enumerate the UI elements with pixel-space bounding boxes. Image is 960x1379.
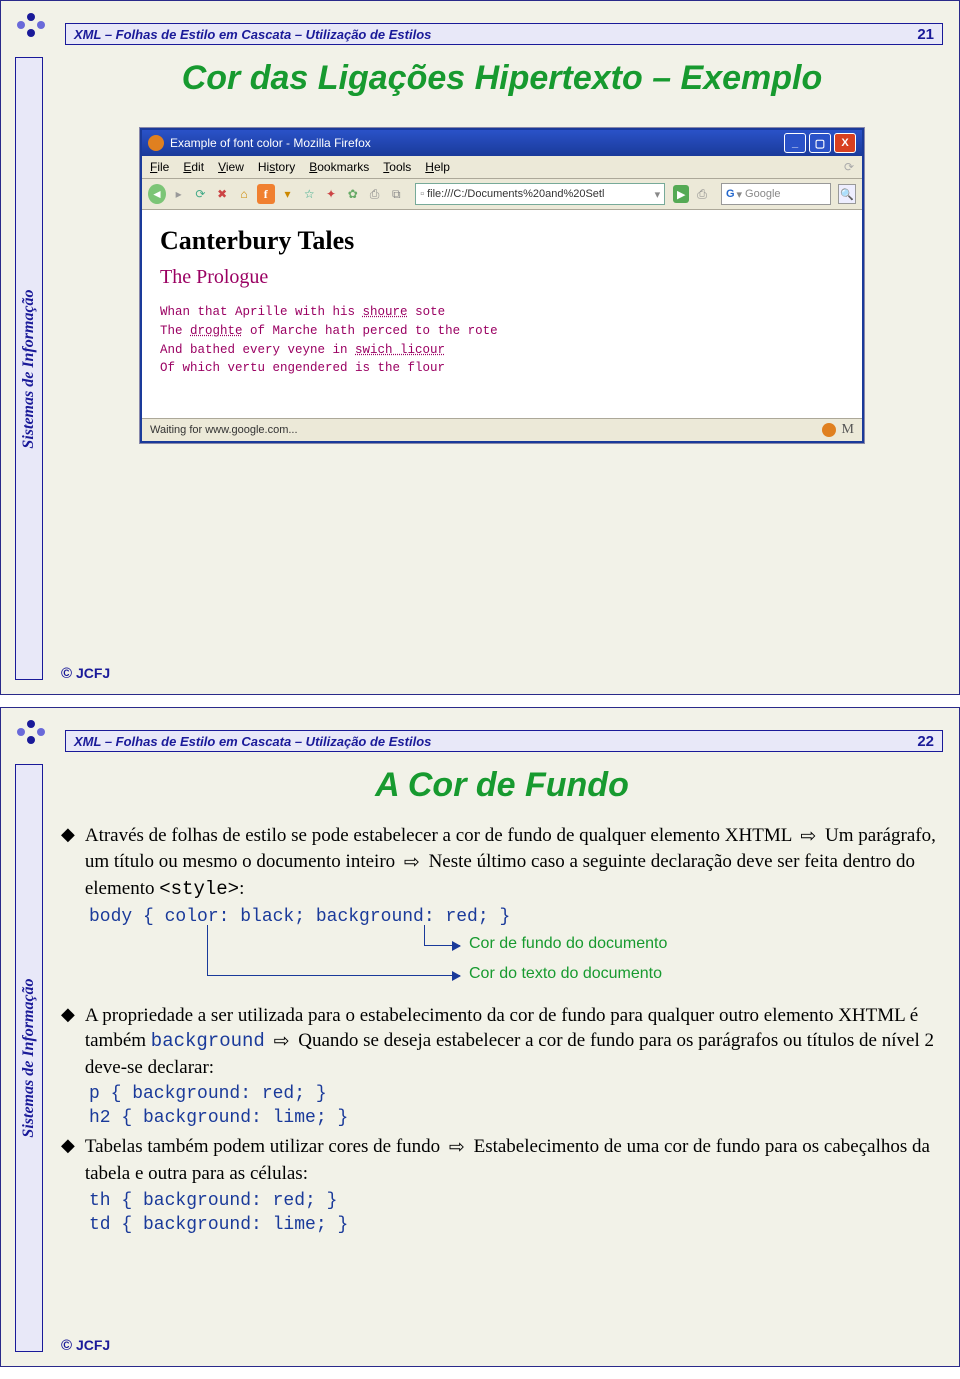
header-bar: XML – Folhas de Estilo em Cascata – Util… xyxy=(65,23,943,45)
print-icon[interactable]: ⎙ xyxy=(366,184,384,204)
arrow-line xyxy=(424,925,425,945)
bullet-marker-icon: ◆ xyxy=(61,1003,75,1081)
slide-title: A Cor de Fundo xyxy=(61,766,943,805)
arrow-line xyxy=(207,925,208,975)
page-icon: ▫ xyxy=(420,188,424,200)
browser-toolbar: ◄ ▸ ⟳ ✖ ⌂ f ▾ ☆ ✦ ✿ ⎙ ⧉ ▫file:///C:/Docu… xyxy=(142,179,862,210)
home-button[interactable]: ⌂ xyxy=(235,184,253,204)
toolbar-icon[interactable]: ✿ xyxy=(344,184,362,204)
address-bar[interactable]: ▫file:///C:/Documents%20and%20Setl▾ xyxy=(415,183,665,205)
go-button[interactable]: ▶ xyxy=(673,185,689,203)
code-line: body { color: black; background: red; } xyxy=(89,907,943,927)
browser-viewport: Canterbury Tales The Prologue Whan that … xyxy=(142,210,862,418)
bullet-text: Através de folhas de estilo se pode esta… xyxy=(85,823,943,903)
bullet-item: ◆ Tabelas também podem utilizar cores de… xyxy=(61,1134,943,1186)
browser-window: Example of font color - Mozilla Firefox … xyxy=(140,128,864,443)
menu-edit[interactable]: Edit xyxy=(183,160,204,174)
minimize-button[interactable]: _ xyxy=(784,133,806,153)
toolbar-icon[interactable]: ▾ xyxy=(279,184,297,204)
sidebar-label: Sistemas de Informação xyxy=(20,978,38,1137)
bookmark-star-icon[interactable]: ☆ xyxy=(300,184,318,204)
menu-view[interactable]: View xyxy=(218,160,244,174)
sidebar-tab: Sistemas de Informação xyxy=(15,57,43,680)
annotation: Cor de fundo do documento xyxy=(469,935,667,953)
sidebar-tab: Sistemas de Informação xyxy=(15,764,43,1352)
verse-block: Whan that Aprille with his shoure sote T… xyxy=(160,303,844,378)
code-line: td { background: lime; } xyxy=(89,1215,943,1235)
menu-history[interactable]: History xyxy=(258,160,295,174)
header-bar: XML – Folhas de Estilo em Cascata – Util… xyxy=(65,730,943,752)
slide-1: XML – Folhas de Estilo em Cascata – Util… xyxy=(0,0,960,695)
arrow-line xyxy=(207,975,460,976)
firefox-status-icon xyxy=(822,423,836,437)
slide-2: XML – Folhas de Estilo em Cascata – Util… xyxy=(0,707,960,1367)
bullet-marker-icon: ◆ xyxy=(61,1134,75,1186)
search-box[interactable]: G▾ Google xyxy=(721,183,831,205)
arrow-line xyxy=(424,945,460,946)
logo-icon xyxy=(11,718,51,748)
firefox-icon xyxy=(148,135,164,151)
annotation: Cor do texto do documento xyxy=(469,965,662,983)
footer: © JCFJ xyxy=(61,1337,110,1354)
reload-button[interactable]: ⟳ xyxy=(192,184,210,204)
bullet-text: Tabelas também podem utilizar cores de f… xyxy=(85,1134,943,1186)
verse-line: Whan that Aprille with his shoure sote xyxy=(160,303,844,322)
forward-button[interactable]: ▸ xyxy=(170,184,188,204)
bullet-item: ◆ A propriedade a ser utilizada para o e… xyxy=(61,1003,943,1081)
feed-icon[interactable]: f xyxy=(257,184,275,204)
stop-button[interactable]: ✖ xyxy=(213,184,231,204)
slide-content: Cor das Ligações Hipertexto – Exemplo Ex… xyxy=(61,57,943,654)
bullet-marker-icon: ◆ xyxy=(61,823,75,903)
bullet-item: ◆ Através de folhas de estilo se pode es… xyxy=(61,823,943,903)
menu-help[interactable]: Help xyxy=(425,160,450,174)
page-number: 21 xyxy=(917,26,934,43)
close-button[interactable]: X xyxy=(834,133,856,153)
page-subheading: The Prologue xyxy=(160,266,844,289)
throbber-icon: ⟳ xyxy=(844,160,854,174)
sidebar-label: Sistemas de Informação xyxy=(20,289,38,448)
search-button[interactable]: 🔍 xyxy=(838,184,856,204)
verse-line: The droghte of Marche hath perced to the… xyxy=(160,322,844,341)
slide-title: Cor das Ligações Hipertexto – Exemplo xyxy=(61,59,943,98)
menu-file[interactable]: File xyxy=(150,160,169,174)
mail-icon: M xyxy=(842,422,854,438)
browser-menubar: File Edit View History Bookmarks Tools H… xyxy=(142,156,862,179)
code-line: th { background: red; } xyxy=(89,1191,943,1211)
code-line: h2 { background: lime; } xyxy=(89,1108,943,1128)
page-number: 22 xyxy=(917,733,934,750)
logo-icon xyxy=(11,11,51,41)
maximize-button[interactable]: ▢ xyxy=(809,133,831,153)
header-title: XML – Folhas de Estilo em Cascata – Util… xyxy=(74,734,431,749)
toolbar-icon[interactable]: ✦ xyxy=(322,184,340,204)
verse-line: Of which vertu engendered is the flour xyxy=(160,359,844,378)
browser-titlebar: Example of font color - Mozilla Firefox … xyxy=(142,130,862,156)
menu-bookmarks[interactable]: Bookmarks xyxy=(309,160,369,174)
code-line: p { background: red; } xyxy=(89,1084,943,1104)
toolbar-icon[interactable]: ⧉ xyxy=(387,184,405,204)
page-heading: Canterbury Tales xyxy=(160,226,844,256)
footer: © JCFJ xyxy=(61,665,110,682)
header-title: XML – Folhas de Estilo em Cascata – Util… xyxy=(74,27,431,42)
slide-content: A Cor de Fundo ◆ Através de folhas de es… xyxy=(61,764,943,1336)
browser-statusbar: Waiting for www.google.com... M xyxy=(142,418,862,441)
back-button[interactable]: ◄ xyxy=(148,184,166,204)
browser-window-title: Example of font color - Mozilla Firefox xyxy=(170,136,371,150)
verse-line: And bathed every veyne in swich licour xyxy=(160,341,844,360)
print-icon[interactable]: ⎙ xyxy=(693,184,711,204)
status-text: Waiting for www.google.com... xyxy=(150,424,298,436)
bullet-text: A propriedade a ser utilizada para o est… xyxy=(85,1003,943,1081)
menu-tools[interactable]: Tools xyxy=(383,160,411,174)
